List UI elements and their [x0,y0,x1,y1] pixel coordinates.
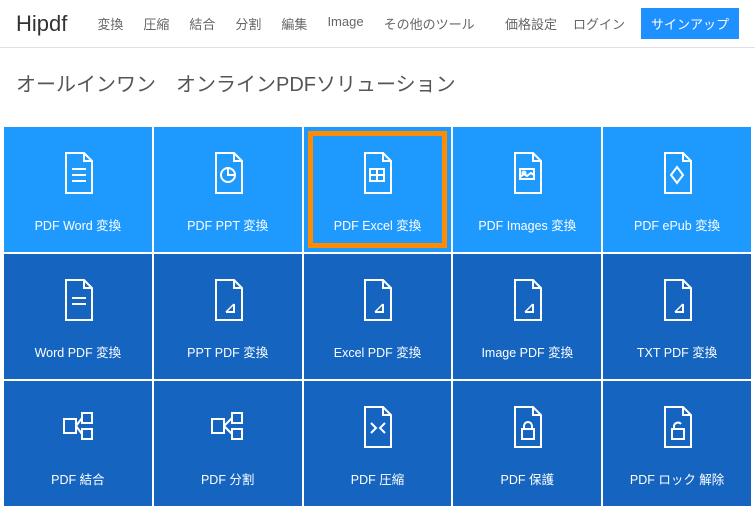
signup-button[interactable]: サインアップ [641,8,739,39]
login-link[interactable]: ログイン [573,14,625,33]
compress-icon [357,403,397,451]
hero: オールインワン オンラインPDFソリューション [0,48,755,127]
doc-corner-icon [357,276,397,324]
tile-label: TXT PDF 変換 [637,342,717,361]
nav: 変換 圧縮 結合 分割 編集 Image その他のツール [97,14,474,33]
unlock-icon [657,403,697,451]
tile-label: PDF 保護 [501,469,554,488]
doc-chart-icon [208,149,248,197]
tile-label: PDF 分割 [201,469,254,488]
doc-lines-icon [58,149,98,197]
tile-label: PDF Word 変換 [35,215,122,234]
doc-diamond-icon [657,149,697,197]
tile-label: Word PDF 変換 [35,342,122,361]
pricing-link[interactable]: 価格設定 [505,14,557,33]
header: Hipdf 変換 圧縮 結合 分割 編集 Image その他のツール 価格設定 … [0,0,755,48]
nav-convert[interactable]: 変換 [97,14,123,33]
doc-grid-icon [357,149,397,197]
tile-pdf-unlock[interactable]: PDF ロック 解除 [603,381,751,506]
tile-label: Image PDF 変換 [481,342,573,361]
tile-pdf-images[interactable]: PDF Images 変換 [453,127,601,252]
tile-label: PPT PDF 変換 [187,342,268,361]
tile-pdf-word[interactable]: PDF Word 変換 [4,127,152,252]
tile-pdf-epub[interactable]: PDF ePub 変換 [603,127,751,252]
tile-pdf-merge[interactable]: PDF 結合 [4,381,152,506]
tile-label: PDF 結合 [51,469,104,488]
nav-compress[interactable]: 圧縮 [143,14,169,33]
tile-label: PDF PPT 変換 [187,215,268,234]
tile-ppt-pdf[interactable]: PPT PDF 変換 [154,254,302,379]
lock-icon [507,403,547,451]
header-right: 価格設定 ログイン サインアップ [505,8,739,39]
tile-label: Excel PDF 変換 [334,342,422,361]
tile-word-pdf[interactable]: Word PDF 変換 [4,254,152,379]
nav-image[interactable]: Image [327,14,363,33]
hero-title: オールインワン オンラインPDFソリューション [16,68,739,97]
doc-corner-icon [507,276,547,324]
tool-grid: PDF Word 変換 PDF PPT 変換 PDF Excel 変換 PDF … [0,127,755,506]
tile-image-pdf[interactable]: Image PDF 変換 [453,254,601,379]
doc-corner-icon [657,276,697,324]
nav-merge[interactable]: 結合 [189,14,215,33]
tile-pdf-protect[interactable]: PDF 保護 [453,381,601,506]
tile-label: PDF Excel 変換 [334,215,422,234]
doc-lines-icon [58,276,98,324]
merge-icon [58,403,98,451]
tile-pdf-compress[interactable]: PDF 圧縮 [304,381,452,506]
tile-label: PDF 圧縮 [351,469,404,488]
tile-label: PDF ePub 変換 [634,215,720,234]
nav-edit[interactable]: 編集 [281,14,307,33]
tile-label: PDF Images 変換 [478,215,576,234]
tile-pdf-split[interactable]: PDF 分割 [154,381,302,506]
split-icon [208,403,248,451]
nav-split[interactable]: 分割 [235,14,261,33]
doc-image-icon [507,149,547,197]
tile-excel-pdf[interactable]: Excel PDF 変換 [304,254,452,379]
tile-pdf-excel[interactable]: PDF Excel 変換 [304,127,452,252]
tile-txt-pdf[interactable]: TXT PDF 変換 [603,254,751,379]
logo[interactable]: Hipdf [16,11,67,37]
doc-corner-icon [208,276,248,324]
tile-label: PDF ロック 解除 [630,469,724,488]
tile-pdf-ppt[interactable]: PDF PPT 変換 [154,127,302,252]
nav-other[interactable]: その他のツール [384,14,475,33]
